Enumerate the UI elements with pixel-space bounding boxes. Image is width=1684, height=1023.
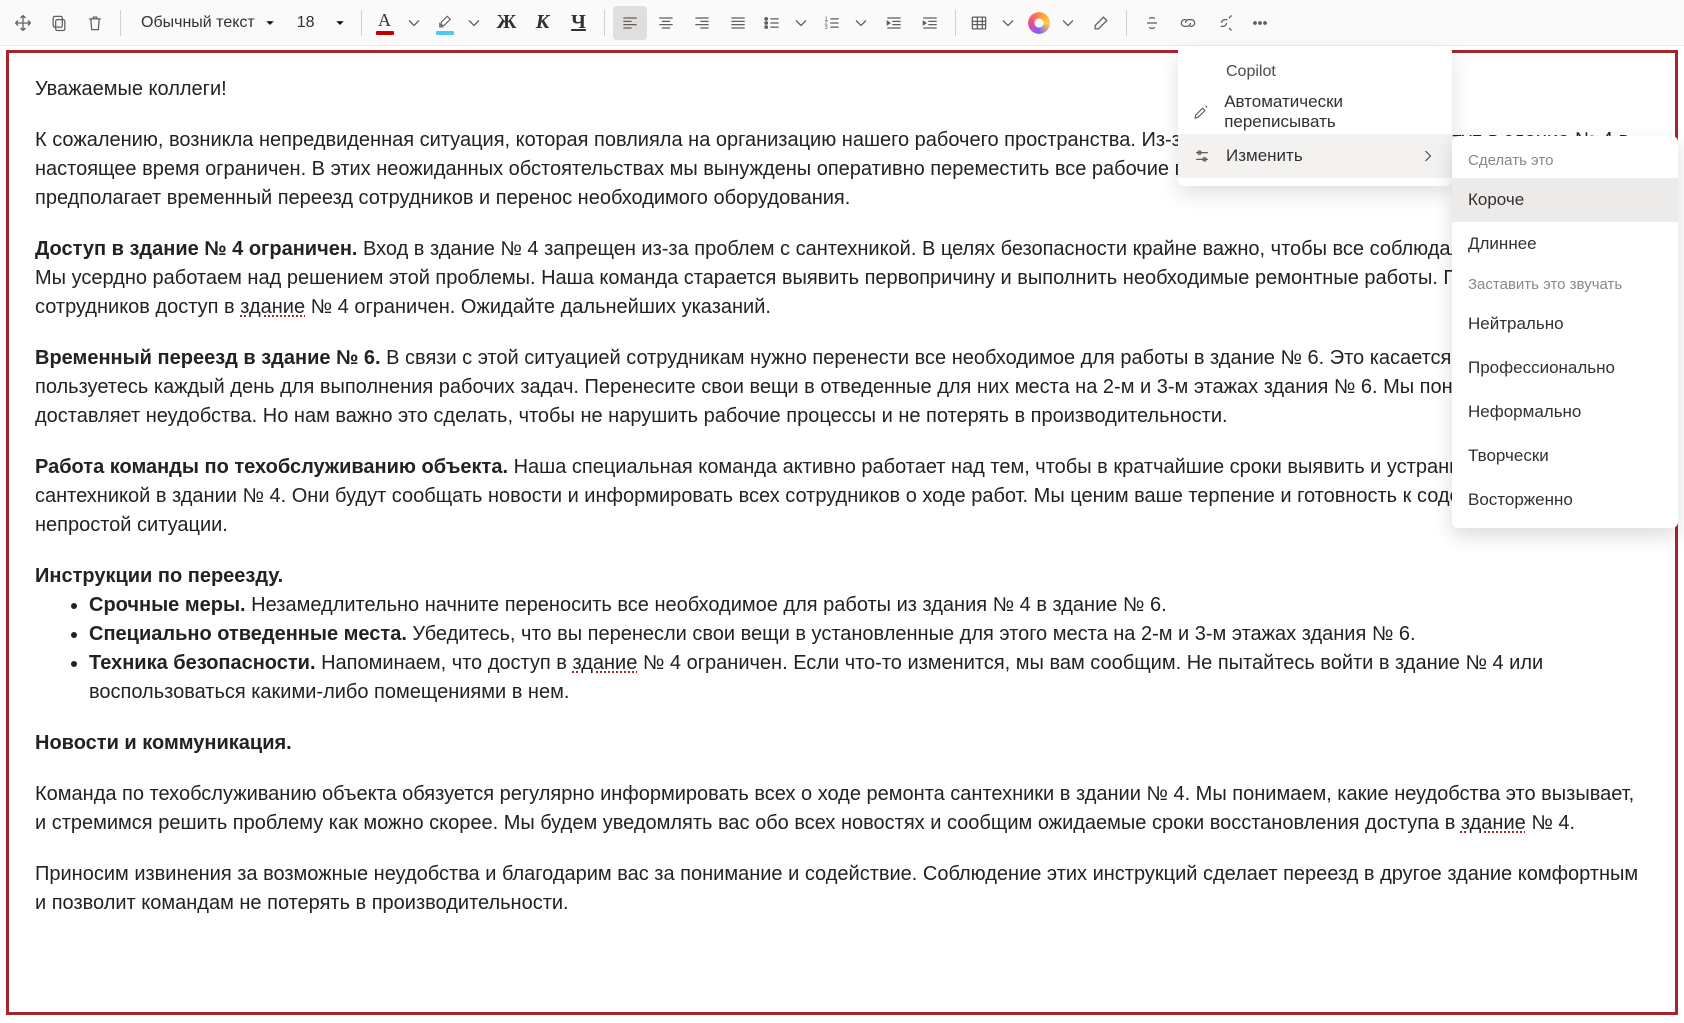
table-caret[interactable] <box>994 6 1022 40</box>
align-justify-button[interactable] <box>721 6 755 40</box>
separator <box>955 10 956 36</box>
list-item[interactable]: Срочные меры. Незамедлительно начните пе… <box>89 591 1649 620</box>
delete-icon[interactable] <box>78 6 112 40</box>
chevron-right-icon <box>1418 146 1438 166</box>
align-right-button[interactable] <box>685 6 719 40</box>
underline-button[interactable]: Ч <box>562 6 596 40</box>
chevron-down-icon <box>263 16 277 30</box>
font-size-dropdown[interactable]: 18 <box>287 6 353 40</box>
more-button[interactable] <box>1243 6 1277 40</box>
copilot-menu: Copilot Автоматически переписывать Измен… <box>1178 46 1452 186</box>
insert-table-button[interactable] <box>964 6 1022 40</box>
move-icon[interactable] <box>6 6 40 40</box>
sliders-icon <box>1192 146 1212 166</box>
numbered-list-button[interactable]: 123 <box>817 6 875 40</box>
copilot-icon[interactable] <box>1024 6 1054 40</box>
font-color-button[interactable]: А <box>370 6 428 40</box>
edit-icon[interactable] <box>1084 6 1118 40</box>
paragraph[interactable]: Инструкции по переезду. <box>35 562 1649 591</box>
submenu-professional[interactable]: Профессионально <box>1452 346 1678 390</box>
bullet-list-button[interactable] <box>757 6 815 40</box>
paragraph[interactable]: Работа команды по техобслуживанию объект… <box>35 453 1649 540</box>
svg-text:3: 3 <box>824 24 827 30</box>
submenu-header: Сделать это <box>1452 142 1678 178</box>
decrease-indent-button[interactable] <box>877 6 911 40</box>
paragraph-style-label: Обычный текст <box>141 14 255 32</box>
highlight-icon[interactable] <box>430 6 460 40</box>
bullet-list-caret[interactable] <box>787 6 815 40</box>
pen-sparkle-icon <box>1192 102 1210 122</box>
submenu-enthusiastic[interactable]: Восторженно <box>1452 478 1678 522</box>
paragraph[interactable]: Приносим извинения за возможные неудобст… <box>35 860 1649 918</box>
font-color-swatch <box>376 31 394 35</box>
paragraph[interactable]: Новости и коммуникация. <box>35 729 1649 758</box>
highlight-color-button[interactable] <box>430 6 488 40</box>
submenu-longer[interactable]: Длиннее <box>1452 222 1678 266</box>
spellcheck-link[interactable]: здание <box>572 652 637 674</box>
font-color-caret[interactable] <box>400 6 428 40</box>
copilot-menu-title: Copilot <box>1178 54 1452 90</box>
submenu-header: Заставить это звучать <box>1452 266 1678 302</box>
align-left-button[interactable] <box>613 6 647 40</box>
align-center-button[interactable] <box>649 6 683 40</box>
submenu-neutral[interactable]: Нейтрально <box>1452 302 1678 346</box>
change-submenu: Сделать это Короче Длиннее Заставить это… <box>1452 136 1678 528</box>
italic-button[interactable]: К <box>526 6 560 40</box>
submenu-informal[interactable]: Неформально <box>1452 390 1678 434</box>
copilot-button[interactable] <box>1024 6 1082 40</box>
numbered-list-caret[interactable] <box>847 6 875 40</box>
paragraph[interactable]: Временный переезд в здание № 6. В связи … <box>35 344 1649 431</box>
spellcheck-link[interactable]: здание <box>240 296 305 318</box>
highlight-caret[interactable] <box>460 6 488 40</box>
increase-indent-button[interactable] <box>913 6 947 40</box>
separator <box>120 10 121 36</box>
document-selection[interactable]: Уважаемые коллеги! К сожалению, возникла… <box>6 50 1678 1015</box>
bullet-list[interactable]: Срочные меры. Незамедлительно начните пе… <box>71 591 1649 707</box>
separator <box>1126 10 1127 36</box>
copilot-caret[interactable] <box>1054 6 1082 40</box>
copilot-change-item[interactable]: Изменить <box>1178 134 1452 178</box>
list-item[interactable]: Специально отведенные места. Убедитесь, … <box>89 620 1649 649</box>
paragraph-style-dropdown[interactable]: Обычный текст <box>129 6 285 40</box>
copy-icon[interactable] <box>42 6 76 40</box>
table-icon[interactable] <box>964 6 994 40</box>
bold-button[interactable]: Ж <box>490 6 524 40</box>
numbered-list-icon[interactable]: 123 <box>817 6 847 40</box>
link-button[interactable] <box>1171 6 1205 40</box>
font-color-icon[interactable]: А <box>370 6 400 40</box>
chevron-down-icon <box>333 16 347 30</box>
toolbar: Обычный текст 18 А Ж К Ч 123 <box>0 0 1684 46</box>
submenu-creative[interactable]: Творчески <box>1452 434 1678 478</box>
copilot-rewrite-item[interactable]: Автоматически переписывать <box>1178 90 1452 134</box>
paragraph[interactable]: Команда по техобслуживанию объекта обязу… <box>35 780 1649 838</box>
spellcheck-link[interactable]: здание <box>1461 812 1526 834</box>
separator <box>361 10 362 36</box>
unlink-button[interactable] <box>1207 6 1241 40</box>
separator <box>604 10 605 36</box>
highlight-color-swatch <box>436 31 454 35</box>
bullet-list-icon[interactable] <box>757 6 787 40</box>
list-item[interactable]: Техника безопасности. Напоминаем, что до… <box>89 649 1649 707</box>
paragraph[interactable]: Доступ в здание № 4 ограничен. Вход в зд… <box>35 235 1649 322</box>
font-size-value: 18 <box>297 14 315 32</box>
strikethrough-button[interactable] <box>1135 6 1169 40</box>
submenu-shorter[interactable]: Короче <box>1452 178 1678 222</box>
